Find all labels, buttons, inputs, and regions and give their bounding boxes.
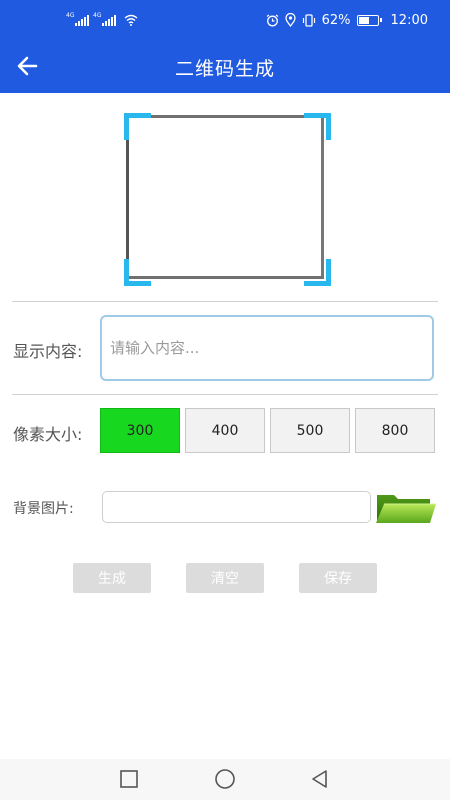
background-image-field[interactable] — [102, 491, 371, 523]
vibrate-icon — [302, 13, 315, 27]
circle-home-icon[interactable] — [214, 768, 236, 790]
scanner-corner-top-right — [304, 113, 331, 140]
divider — [12, 301, 438, 302]
folder-open-icon[interactable] — [374, 490, 438, 526]
status-right-group: 62% 12:00 — [266, 11, 428, 29]
content-label: 显示内容: — [13, 342, 83, 361]
scanner-corner-bottom-right — [304, 259, 331, 286]
size-option-300[interactable]: 300 — [100, 408, 180, 453]
scanner-corner-bottom-left — [124, 259, 151, 286]
network-type-label: 4G — [66, 12, 75, 19]
qr-code-preview — [126, 115, 324, 279]
status-bar: 4G 4G 62% 12:00 — [0, 0, 450, 40]
background-image-label: 背景图片: — [13, 501, 74, 517]
pixel-size-label: 像素大小: — [13, 425, 83, 444]
scanner-corner-top-left — [124, 113, 151, 140]
battery-level — [358, 16, 370, 24]
page-title: 二维码生成 — [174, 58, 275, 80]
system-nav-bar — [0, 759, 450, 800]
size-option-500[interactable]: 500 — [270, 408, 350, 453]
clear-button[interactable]: 清空 — [186, 563, 264, 593]
divider — [12, 394, 438, 395]
status-network-group: 4G 4G — [66, 12, 138, 26]
signal-icon: 4G — [93, 12, 116, 26]
alarm-icon — [266, 14, 278, 26]
battery-icon — [356, 14, 382, 26]
save-button[interactable]: 保存 — [299, 563, 377, 593]
network-type-label: 4G — [93, 12, 102, 19]
square-recent-icon[interactable] — [118, 768, 140, 790]
battery-percent: 62% — [321, 12, 351, 28]
location-icon — [284, 13, 296, 27]
clock: 12:00 — [390, 12, 428, 28]
wifi-icon — [124, 14, 138, 26]
signal-icon: 4G — [66, 12, 89, 26]
triangle-back-icon[interactable] — [309, 768, 331, 790]
size-option-400[interactable]: 400 — [185, 408, 265, 453]
content-input[interactable] — [100, 315, 434, 381]
generate-button[interactable]: 生成 — [73, 563, 151, 593]
app-bar: 二维码生成 — [0, 40, 450, 93]
size-option-800[interactable]: 800 — [355, 408, 435, 453]
